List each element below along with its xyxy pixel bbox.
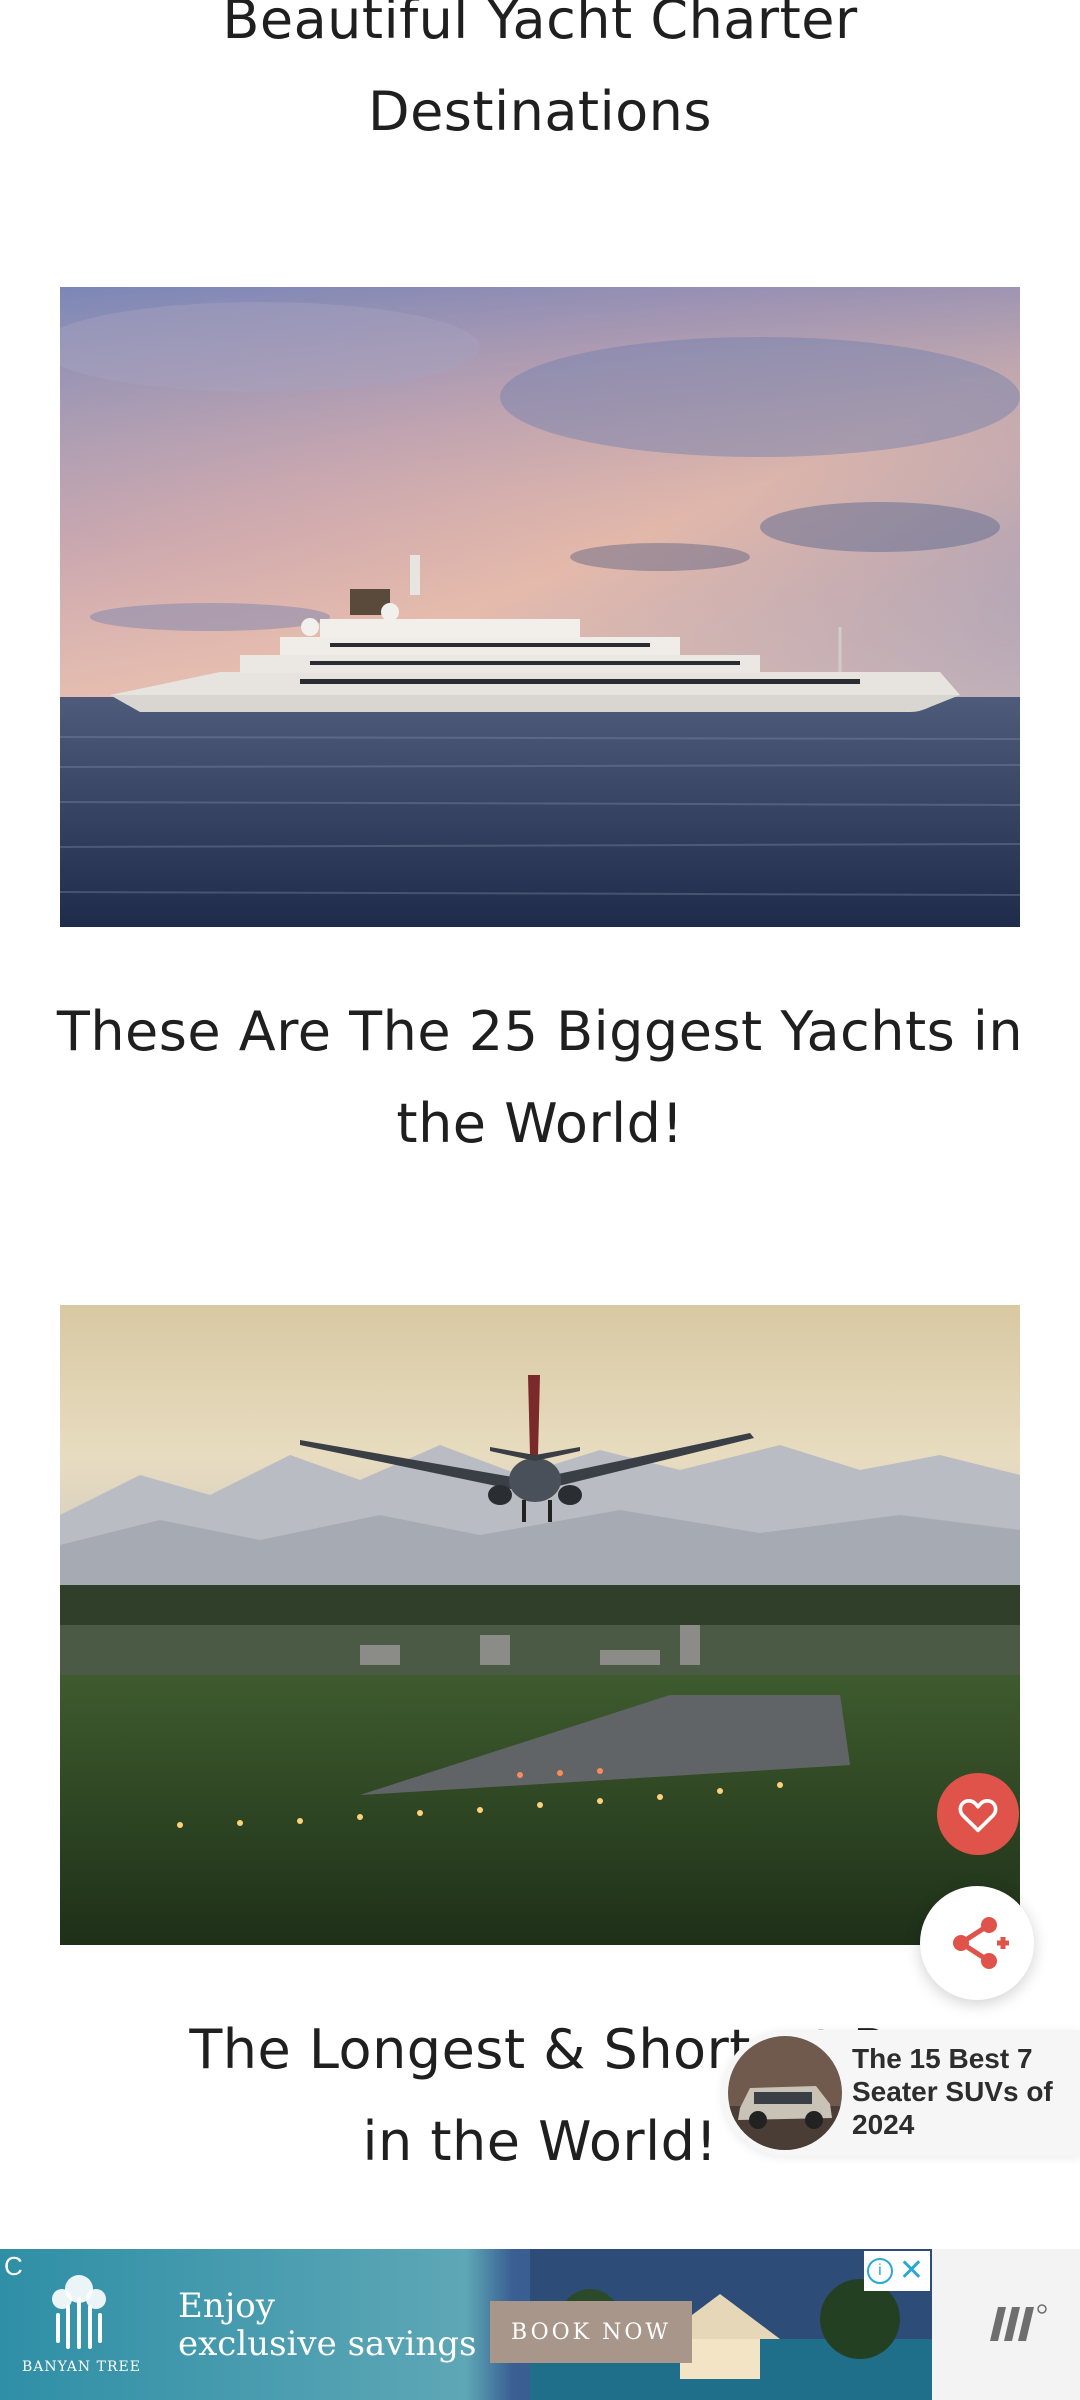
ad-headline-line1: Enjoy xyxy=(178,2286,275,2326)
banyan-tree-logo-icon xyxy=(52,2275,106,2349)
ad-banner[interactable]: Enjoy exclusive savings BOOK NOW BANYAN … xyxy=(0,2249,932,2400)
ad-headline-line2: exclusive savings xyxy=(178,2324,477,2364)
article-image-airplane[interactable] xyxy=(60,1305,1020,1945)
article-title-biggest-yachts[interactable]: These Are The 25 Biggest Yachts in the W… xyxy=(40,986,1040,1170)
suv-thumbnail xyxy=(728,2036,842,2150)
favorite-button[interactable] xyxy=(937,1773,1019,1855)
title-line: Beautiful Yacht Charter xyxy=(222,0,858,51)
ad-badge: C xyxy=(4,2251,23,2281)
ad-side-panel xyxy=(932,2249,1080,2400)
article-title-yacht-destinations[interactable]: Beautiful Yacht Charter Destinations xyxy=(40,0,1040,158)
close-icon[interactable]: ✕ xyxy=(899,2256,924,2286)
recommended-article-title: The 15 Best 7 Seater SUVs of 2024 xyxy=(852,2043,1053,2140)
ad-book-now-button[interactable]: BOOK NOW xyxy=(490,2301,692,2363)
ad-close-button[interactable]: i ✕ xyxy=(864,2251,930,2291)
ad-headline: Enjoy exclusive savings xyxy=(178,2287,476,2363)
title-line: These Are The 25 Biggest Yachts in xyxy=(56,1000,1024,1063)
publisher-logo-icon xyxy=(990,2304,1047,2341)
share-button[interactable] xyxy=(920,1886,1034,2000)
recommended-article-card[interactable]: The 15 Best 7 Seater SUVs of 2024 xyxy=(722,2030,1080,2156)
article-image-yacht[interactable] xyxy=(60,287,1020,927)
ad-brand-name: BANYAN TREE xyxy=(22,2359,141,2375)
share-icon xyxy=(953,1917,1009,1969)
heart-icon xyxy=(958,1798,998,1833)
ad-info-icon[interactable]: i xyxy=(866,2258,893,2284)
title-line: Destinations xyxy=(367,80,712,143)
title-line: the World! xyxy=(396,1092,684,1155)
